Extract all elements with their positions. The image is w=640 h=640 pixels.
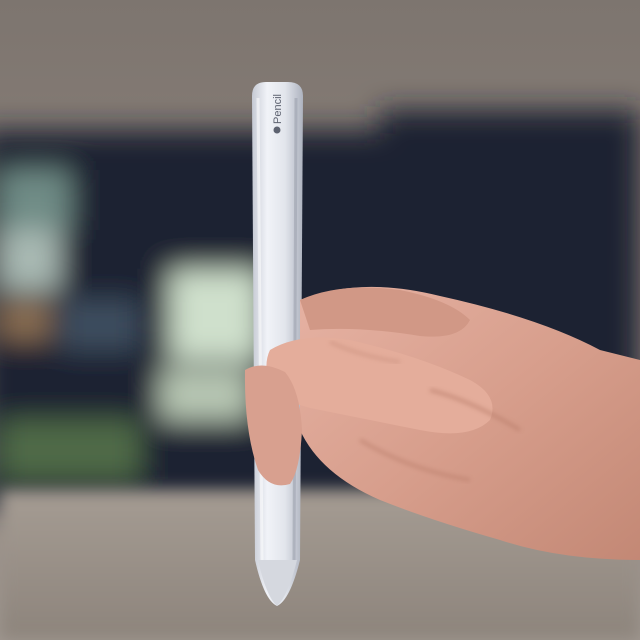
stylus-logo-text: Pencil — [272, 94, 284, 124]
photo: Pencil — [0, 0, 640, 640]
photo-canvas: Pencil — [0, 0, 640, 640]
